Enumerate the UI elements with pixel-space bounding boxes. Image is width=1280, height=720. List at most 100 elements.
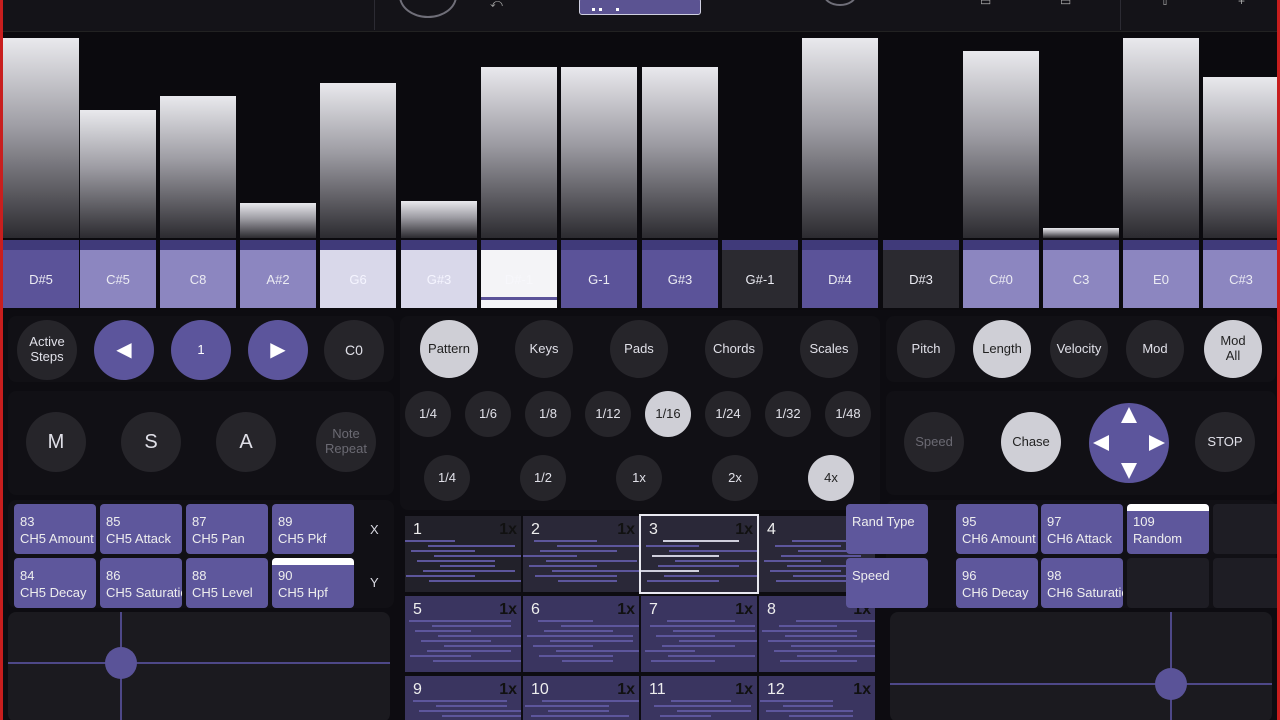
parameter-lane-button[interactable]: Velocity: [1050, 320, 1108, 378]
pattern-slot[interactable]: 3 1x: [639, 514, 759, 594]
step-note[interactable]: G6: [320, 240, 396, 308]
parameter-lane-button[interactable]: Mod All: [1204, 320, 1262, 378]
chase-button[interactable]: Chase: [1001, 412, 1061, 472]
empty-cell[interactable]: [1127, 558, 1209, 608]
step-note[interactable]: C3: [1043, 240, 1119, 308]
page-number[interactable]: 1: [171, 320, 231, 380]
step-bar[interactable]: [240, 203, 316, 238]
pattern-overview-thumbnail[interactable]: [579, 0, 701, 15]
step-note[interactable]: C#0: [963, 240, 1039, 308]
param-assign-cell[interactable]: 89 CH5 Pkf: [272, 504, 354, 554]
param-assign-cell[interactable]: 95 CH6 Amount: [956, 504, 1038, 554]
step-bar[interactable]: [642, 67, 718, 238]
time-division-button[interactable]: 1/16: [645, 391, 691, 437]
step-note[interactable]: C8: [160, 240, 236, 308]
length-multiplier-button[interactable]: 2x: [712, 455, 758, 501]
note-repeat-button[interactable]: Note Repeat: [316, 412, 376, 472]
share-icon[interactable]: ⇧: [1160, 0, 1170, 8]
pattern-slot[interactable]: 9 1x: [405, 676, 521, 720]
mode-tab[interactable]: Pattern: [420, 320, 478, 378]
time-division-button[interactable]: 1/32: [765, 391, 811, 437]
param-assign-cell[interactable]: 87 CH5 Pan: [186, 504, 268, 554]
step-bar[interactable]: [160, 96, 236, 238]
step-note[interactable]: G-1: [561, 240, 637, 308]
pattern-slot[interactable]: 1 1x: [405, 516, 521, 592]
xy-pad-knob[interactable]: [1155, 668, 1187, 700]
step-note[interactable]: E0: [1123, 240, 1199, 308]
param-assign-cell[interactable]: Rand Type: [846, 504, 928, 554]
step-bar[interactable]: [1203, 77, 1279, 238]
pattern-slot[interactable]: 11 1x: [641, 676, 757, 720]
active-steps-button[interactable]: Active Steps: [17, 320, 77, 380]
step-note[interactable]: D#3: [883, 240, 959, 308]
previous-page-icon[interactable]: ◀: [94, 320, 154, 380]
pattern-slot[interactable]: 6 1x: [523, 596, 639, 672]
param-assign-cell[interactable]: 96 CH6 Decay: [956, 558, 1038, 608]
parameter-lane-button[interactable]: Pitch: [897, 320, 955, 378]
empty-cell[interactable]: [1213, 504, 1280, 554]
arrow-down-icon[interactable]: [1121, 463, 1137, 479]
time-division-button[interactable]: 1/24: [705, 391, 751, 437]
param-assign-cell[interactable]: 85 CH5 Attack: [100, 504, 182, 554]
length-multiplier-button[interactable]: 4x: [808, 455, 854, 501]
time-division-button[interactable]: 1/6: [465, 391, 511, 437]
param-assign-cell[interactable]: 83 CH5 Amount: [14, 504, 96, 554]
copy-icon[interactable]: ▭: [980, 0, 991, 8]
length-multiplier-button[interactable]: 1/2: [520, 455, 566, 501]
time-division-button[interactable]: 1/12: [585, 391, 631, 437]
length-multiplier-button[interactable]: 1/4: [424, 455, 470, 501]
step-bar[interactable]: [802, 38, 878, 238]
left-xy-pad[interactable]: [8, 612, 390, 720]
empty-cell[interactable]: [1213, 558, 1280, 608]
settings-knob[interactable]: [823, 0, 857, 6]
step-bar[interactable]: [320, 83, 396, 238]
param-assign-cell[interactable]: 97 CH6 Attack: [1041, 504, 1123, 554]
param-assign-cell[interactable]: 98CH6 Saturation: [1041, 558, 1123, 608]
next-page-icon[interactable]: ▶: [248, 320, 308, 380]
param-assign-cell[interactable]: 90 CH5 Hpf: [272, 558, 354, 608]
step-bar[interactable]: [481, 67, 557, 238]
step-note[interactable]: G#-1: [722, 240, 798, 308]
step-bar[interactable]: [80, 110, 156, 238]
direction-pad[interactable]: [1089, 403, 1169, 483]
step-note[interactable]: D#5: [3, 240, 79, 308]
pattern-slot[interactable]: 12 1x: [759, 676, 875, 720]
pattern-slot[interactable]: 2 1x: [523, 516, 639, 592]
stop-button[interactable]: STOP: [1195, 412, 1255, 472]
transport-button[interactable]: [399, 0, 457, 18]
step-note[interactable]: C#5: [80, 240, 156, 308]
arrow-up-icon[interactable]: [1121, 407, 1137, 423]
step-note[interactable]: G#3: [642, 240, 718, 308]
step-bar[interactable]: [1043, 228, 1119, 238]
mode-tab[interactable]: Chords: [705, 320, 763, 378]
time-division-button[interactable]: 1/8: [525, 391, 571, 437]
step-note[interactable]: C#3: [1203, 240, 1279, 308]
step-bar[interactable]: [1123, 38, 1199, 238]
step-note[interactable]: A#2: [240, 240, 316, 308]
arrow-right-icon[interactable]: [1149, 435, 1165, 451]
step-note[interactable]: D#4: [802, 240, 878, 308]
add-icon[interactable]: +: [1238, 0, 1245, 8]
automation-button[interactable]: A: [216, 412, 276, 472]
mute-button[interactable]: M: [26, 412, 86, 472]
paste-icon[interactable]: ▭: [1060, 0, 1071, 8]
arrow-left-icon[interactable]: [1093, 435, 1109, 451]
root-note-button[interactable]: C0: [324, 320, 384, 380]
pattern-slot[interactable]: 10 1x: [523, 676, 639, 720]
mode-tab[interactable]: Scales: [800, 320, 858, 378]
time-division-button[interactable]: 1/48: [825, 391, 871, 437]
xy-pad-knob[interactable]: [105, 647, 137, 679]
param-assign-cell[interactable]: 84 CH5 Decay: [14, 558, 96, 608]
param-assign-cell[interactable]: 109 Random: [1127, 504, 1209, 554]
param-assign-cell[interactable]: 88 CH5 Level: [186, 558, 268, 608]
param-assign-cell[interactable]: 86CH5 Saturation: [100, 558, 182, 608]
speed-button[interactable]: Speed: [904, 412, 964, 472]
step-note[interactable]: G#3: [401, 240, 477, 308]
pattern-slot[interactable]: 5 1x: [405, 596, 521, 672]
solo-button[interactable]: S: [121, 412, 181, 472]
parameter-lane-button[interactable]: Mod: [1126, 320, 1184, 378]
step-bar[interactable]: [3, 38, 79, 238]
param-assign-cell[interactable]: Speed: [846, 558, 928, 608]
pattern-slot[interactable]: 7 1x: [641, 596, 757, 672]
mode-tab[interactable]: Keys: [515, 320, 573, 378]
